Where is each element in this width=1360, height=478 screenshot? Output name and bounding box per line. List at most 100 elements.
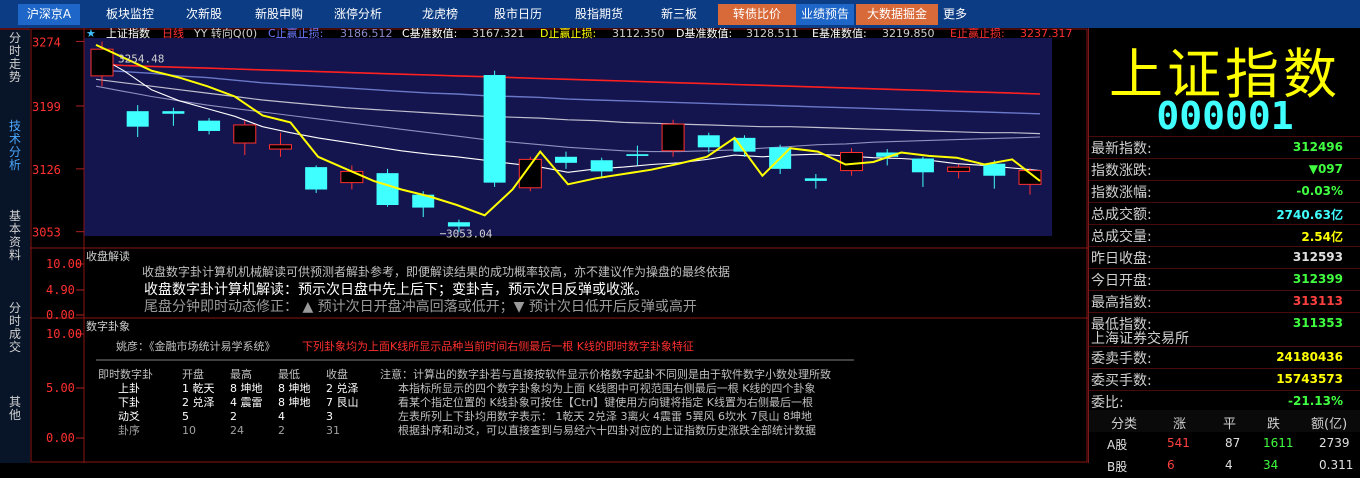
note-line: 看某个指定位置的 K线卦象可按住【Ctrl】键使用方向键将指定 K线置为右侧最后… [398,395,813,409]
nav-tab[interactable]: 新股申购 [244,4,314,25]
breakdown-cell: 1611 [1263,436,1294,450]
candle-body-up [947,166,971,172]
breakdown-cell: 541 [1167,436,1190,450]
note-line: 注意：计算出的数字卦若与直接按软件显示价格数字起卦不同则是由于软件数字小数处理所… [380,367,831,381]
quote-value: 313113 [1292,294,1343,308]
table-cell: 卦序 [118,423,140,437]
panel2-y-label: 0.00 [46,308,75,322]
nav-tab[interactable]: 新三板 [652,4,706,25]
panel2-line2: 收盘数字卦计算机解读：预示次日盘中先上后下；变卦吉，预示次日反弹或收涨。 [144,281,648,298]
header-c-stop-value: 3186.512 [340,28,393,40]
table-cell: 上卦 [118,381,140,395]
y-tick-label: 3199 [32,100,61,114]
nav-tab[interactable]: 沪深京A [18,4,80,25]
nav-tab[interactable]: 股指期货 [564,4,634,25]
table-header: 开盘 [182,367,204,381]
nav-tab[interactable]: 涨停分析 [326,4,390,25]
table-cell: 2 兑泽 [326,381,359,395]
nav-tab[interactable]: 股市日历 [484,4,552,25]
header-d-base-label: D基准数值: [676,28,732,40]
header-e-base-value: 3219.850 [882,28,935,40]
quote-value: 312593 [1292,250,1343,264]
header-e-stop-value: 3237.317 [1020,28,1073,40]
sidebar-tab[interactable]: 基本资料 [4,210,26,262]
quote-panel: 上证指数 000001 最新指数: 312496 指数涨跌: ▼097 指数涨幅: -0.… [1088,28,1360,474]
breakdown-cell: 87 [1225,436,1241,450]
y-tick-label: 3274 [32,35,61,49]
nav-tab[interactable]: 业绩预告 [796,4,854,25]
candle-body-down [983,163,1006,176]
nav-tab[interactable]: 更多 [940,4,970,25]
candle-body-up [840,151,864,172]
quote-row: 指数涨幅: -0.03% [1089,180,1360,203]
candle-body-down [697,135,720,148]
chart-area: 3274 3199 3126 3053 3254.48 3053.04 ★ 上证指数 日线 YY … [30,28,1088,463]
candle-body-up [661,123,685,152]
table-cell: 4 [278,410,285,423]
breakdown-row: B股 6 4 34 0.311 [1089,456,1360,478]
quote-row: 委卖手数: 24180436 [1089,346,1360,369]
breakdown-cell: A股 [1107,438,1128,452]
quote-row: 总成交额: 2740.63亿 [1089,202,1360,225]
quote-label: 委买手数: [1091,373,1152,389]
nav-tab[interactable]: 转债比价 [718,4,796,25]
panel3-y-label: 10.00 [46,327,82,341]
breakdown-header-amount: 额(亿) [1311,417,1348,432]
header-d-base-value: 3128.511 [746,28,799,40]
nav-tab[interactable]: 次新股 [176,4,232,25]
table-cell: 8 坤地 [278,381,311,395]
candle-body-down [126,111,149,127]
panel3-source: 姚彦：《金融市场统计易学系统》 [116,339,276,353]
header-e-stop-label: E止赢止损: [950,28,1005,40]
table-cell: 31 [326,424,340,437]
quote-value: 312496 [1292,140,1343,154]
table-cell: 10 [182,424,196,437]
breakdown-cell: 0.311 [1319,458,1354,472]
quote-label: 委比: [1091,395,1124,411]
note-line: 根据卦序和动爻，可以直接查到与易经六十四卦对应的上证指数历史涨跌全部统计数据 [398,423,816,437]
breakdown-cell: 6 [1167,458,1175,472]
candle-body-down [198,120,221,131]
quote-value: -0.03% [1296,184,1343,198]
candle-body-down [305,167,328,190]
high-annotation: 3254.48 [118,53,164,66]
breakdown-cell: B股 [1107,460,1128,474]
sidebar-tab[interactable]: 分时走势 [4,32,26,84]
note-line: 左表所列上下卦均用数字表示： 1乾天 2兑泽 3离火 4震雷 5巽风 6坎水 7… [398,409,812,423]
candle-body-down [804,178,827,181]
table-cell: 8 坤地 [230,381,263,395]
table-cell: 4 震雷 [230,396,263,409]
table-cell: 7 艮山 [326,396,359,409]
quote-value: 311353 [1292,316,1343,330]
table-cell: 2 [278,424,285,437]
quote-row: 昨日收盘: 312593 [1089,246,1360,269]
candle-body-up [268,144,292,150]
quote-label: 昨日收盘: [1091,251,1152,267]
nav-tab[interactable]: 龙虎榜 [412,4,468,25]
left-sidebar: 分时走势技术分析基本资料分时成交其他 [0,30,30,463]
y-tick-label: 3126 [32,163,61,177]
candle-body-down [483,75,506,183]
sidebar-tab[interactable]: 分时成交 [4,302,26,354]
candle-body-up [90,48,114,77]
quote-row: 今日开盘: 312399 [1089,268,1360,291]
quote-label: 最新指数: [1091,141,1152,157]
table-cell: 24 [230,424,244,437]
breakdown-header-down: 跌 [1267,417,1281,432]
table-cell: 2 [230,410,237,423]
candle-body-up [233,124,257,144]
exchange-label: 上海证券交易所 [1091,331,1189,347]
header-title: 上证指数 [106,28,150,40]
nav-tab[interactable]: 大数据掘金 [856,4,938,25]
sidebar-tab[interactable]: 其他 [4,396,26,422]
candle-body-down [162,111,185,114]
breakdown-header-flat: 平 [1223,417,1237,432]
table-header: 收盘 [326,367,348,381]
breakdown-cell: 4 [1225,458,1233,472]
low-annotation: 3053.04 [446,228,493,241]
nav-tab[interactable]: 板块监控 [96,4,164,25]
breakdown-header-category: 分类 [1111,417,1138,432]
quote-label: 最高指数: [1091,295,1152,311]
sidebar-tab[interactable]: 技术分析 [4,120,26,172]
table-cell: 2 兑泽 [182,395,215,409]
